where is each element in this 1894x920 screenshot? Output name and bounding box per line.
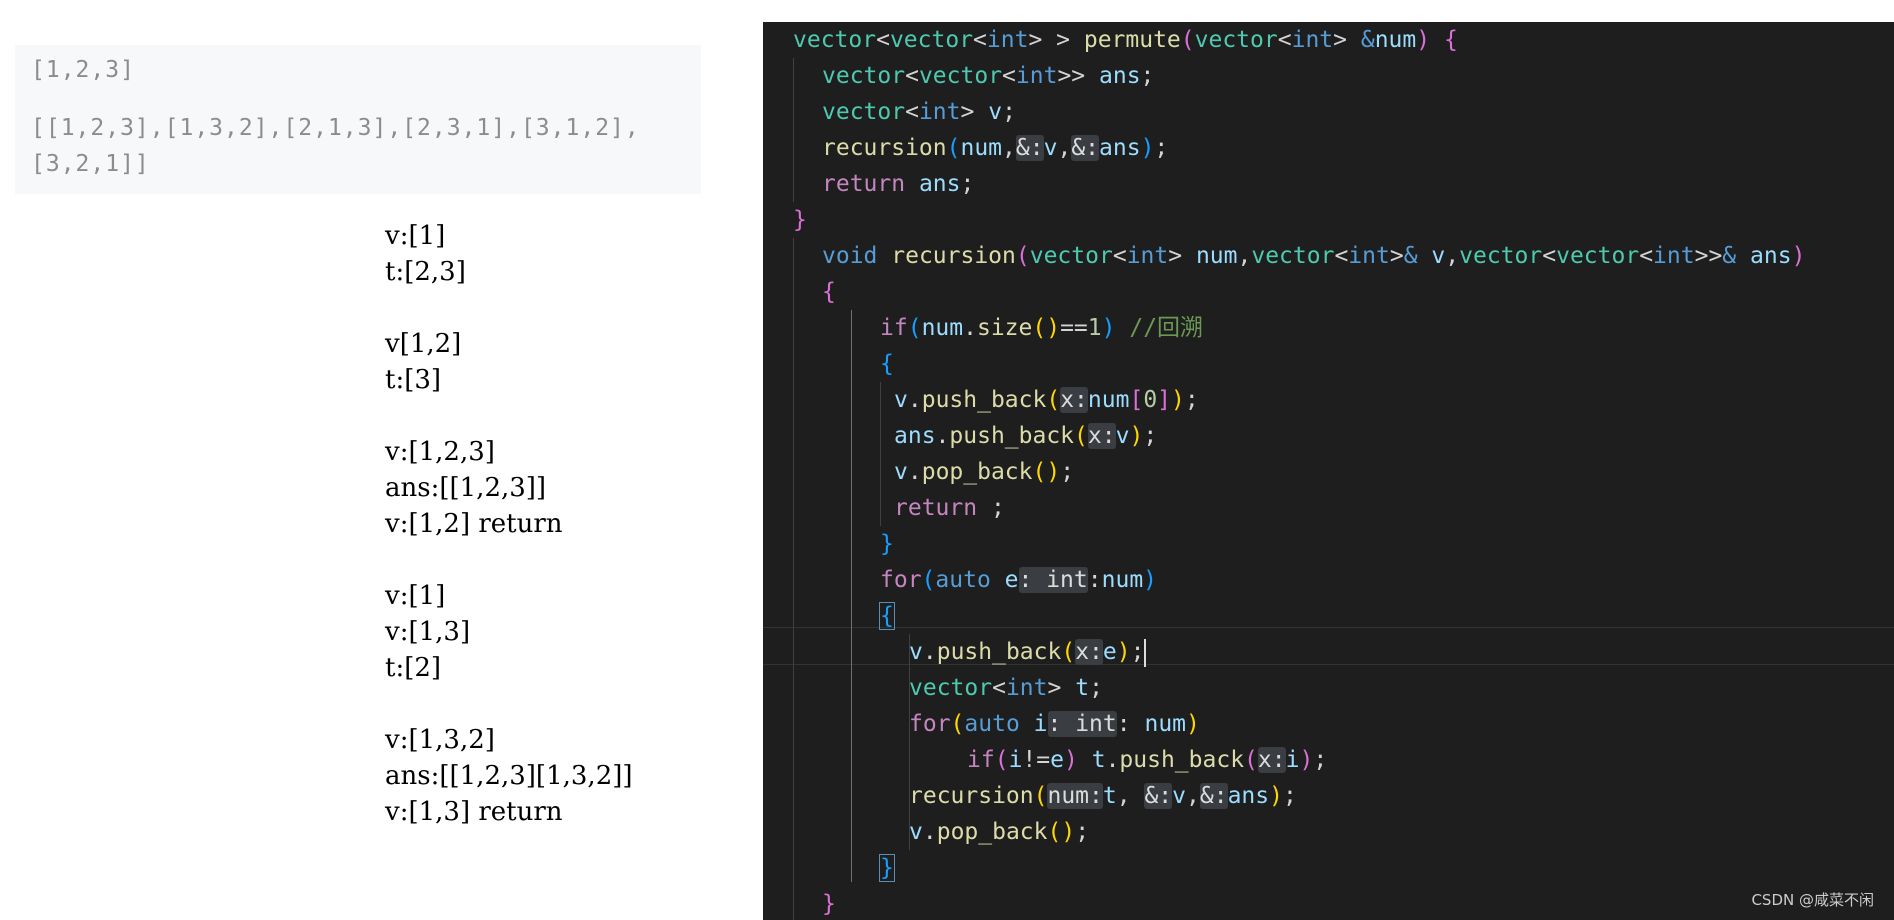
trace-group: v:[1] t:[2,3] [385,218,633,290]
example-box: [1,2,3] [[1,2,3],[1,3,2],[2,1,3],[2,3,1]… [15,45,701,194]
trace-line: v:[1,2,3] [385,437,495,467]
trace-line: v:[1,3] [385,617,471,647]
trace-group: v:[1] v:[1,3] t:[2] [385,578,633,686]
trace-line: v:[1,3] return [385,797,563,827]
code-line-15: } [880,531,894,557]
trace-group: v:[1,3,2] ans:[[1,2,3][1,3,2]] v:[1,3] r… [385,722,633,830]
example-output-line-2: [3,2,1]] [31,151,150,177]
trace-group: v[1,2] t:[3] [385,326,633,398]
code-line-1: vector<vector<int> > permute(vector<int>… [793,27,1458,53]
trace-line: v:[1,2] return [385,509,563,539]
code-line-4: recursion(num,&:v,&:ans); [822,135,1169,161]
trace-line: v:[1] [385,581,446,611]
trace-line: t:[2,3] [385,257,466,287]
code-line-13: v.pop_back(); [894,459,1075,485]
code-line-19: vector<int> t; [909,675,1103,701]
code-line-8: { [822,279,836,305]
indent-guide [880,382,881,526]
code-line-10: { [880,351,894,377]
code-line-16: for(auto e: int:num) [880,567,1158,593]
trace-line: t:[2] [385,653,442,683]
code-line-17: { [879,602,895,630]
code-line-22: recursion(num:t, &:v,&:ans); [909,783,1297,809]
trace-line: ans:[[1,2,3][1,3,2]] [385,761,633,791]
code-line-6: } [793,207,807,233]
trace-line: t:[3] [385,365,442,395]
code-line-21: if(i!=e) t.push_back(x:i); [967,747,1328,773]
indent-guide [909,742,910,782]
trace-line: ans:[[1,2,3]] [385,473,547,503]
watermark: CSDN @咸菜不闲 [1751,891,1874,909]
code-line-25: } [822,891,836,917]
code-line-18: v.push_back(x:e); [909,638,1147,667]
code-line-14: return ; [894,495,1005,521]
code-line-20: for(auto i: int: num) [909,711,1200,737]
example-output-line-1: [[1,2,3],[1,3,2],[2,1,3],[2,3,1],[3,1,2]… [31,115,640,141]
code-line-5: return ans; [822,171,975,197]
trace-line: v:[1,3,2] [385,725,495,755]
indent-guide [793,58,794,202]
trace-line: v[1,2] [385,329,462,359]
code-line-3: vector<int> v; [822,99,1016,125]
code-line-9: if(num.size()==1) //回溯 [880,315,1204,341]
code-line-7: void recursion(vector<int> num,vector<in… [822,243,1806,269]
code-editor[interactable]: vector<vector<int> > permute(vector<int>… [763,22,1894,920]
code-line-23: v.pop_back(); [909,819,1090,845]
example-input: [1,2,3] [31,57,135,83]
code-line-11: v.push_back(x:num[0]); [894,387,1199,413]
trace-line: v:[1] [385,221,446,251]
indent-guide [851,310,852,882]
indent-guide [793,238,794,920]
text-cursor [1144,638,1147,667]
trace-group: v:[1,2,3] ans:[[1,2,3]] v:[1,2] return [385,434,633,542]
code-line-2: vector<vector<int>> ans; [822,63,1155,89]
recursion-trace: v:[1] t:[2,3] v[1,2] t:[3] v:[1,2,3] ans… [385,218,633,866]
code-line-24: } [879,854,895,882]
code-line-12: ans.push_back(x:v); [894,423,1158,449]
